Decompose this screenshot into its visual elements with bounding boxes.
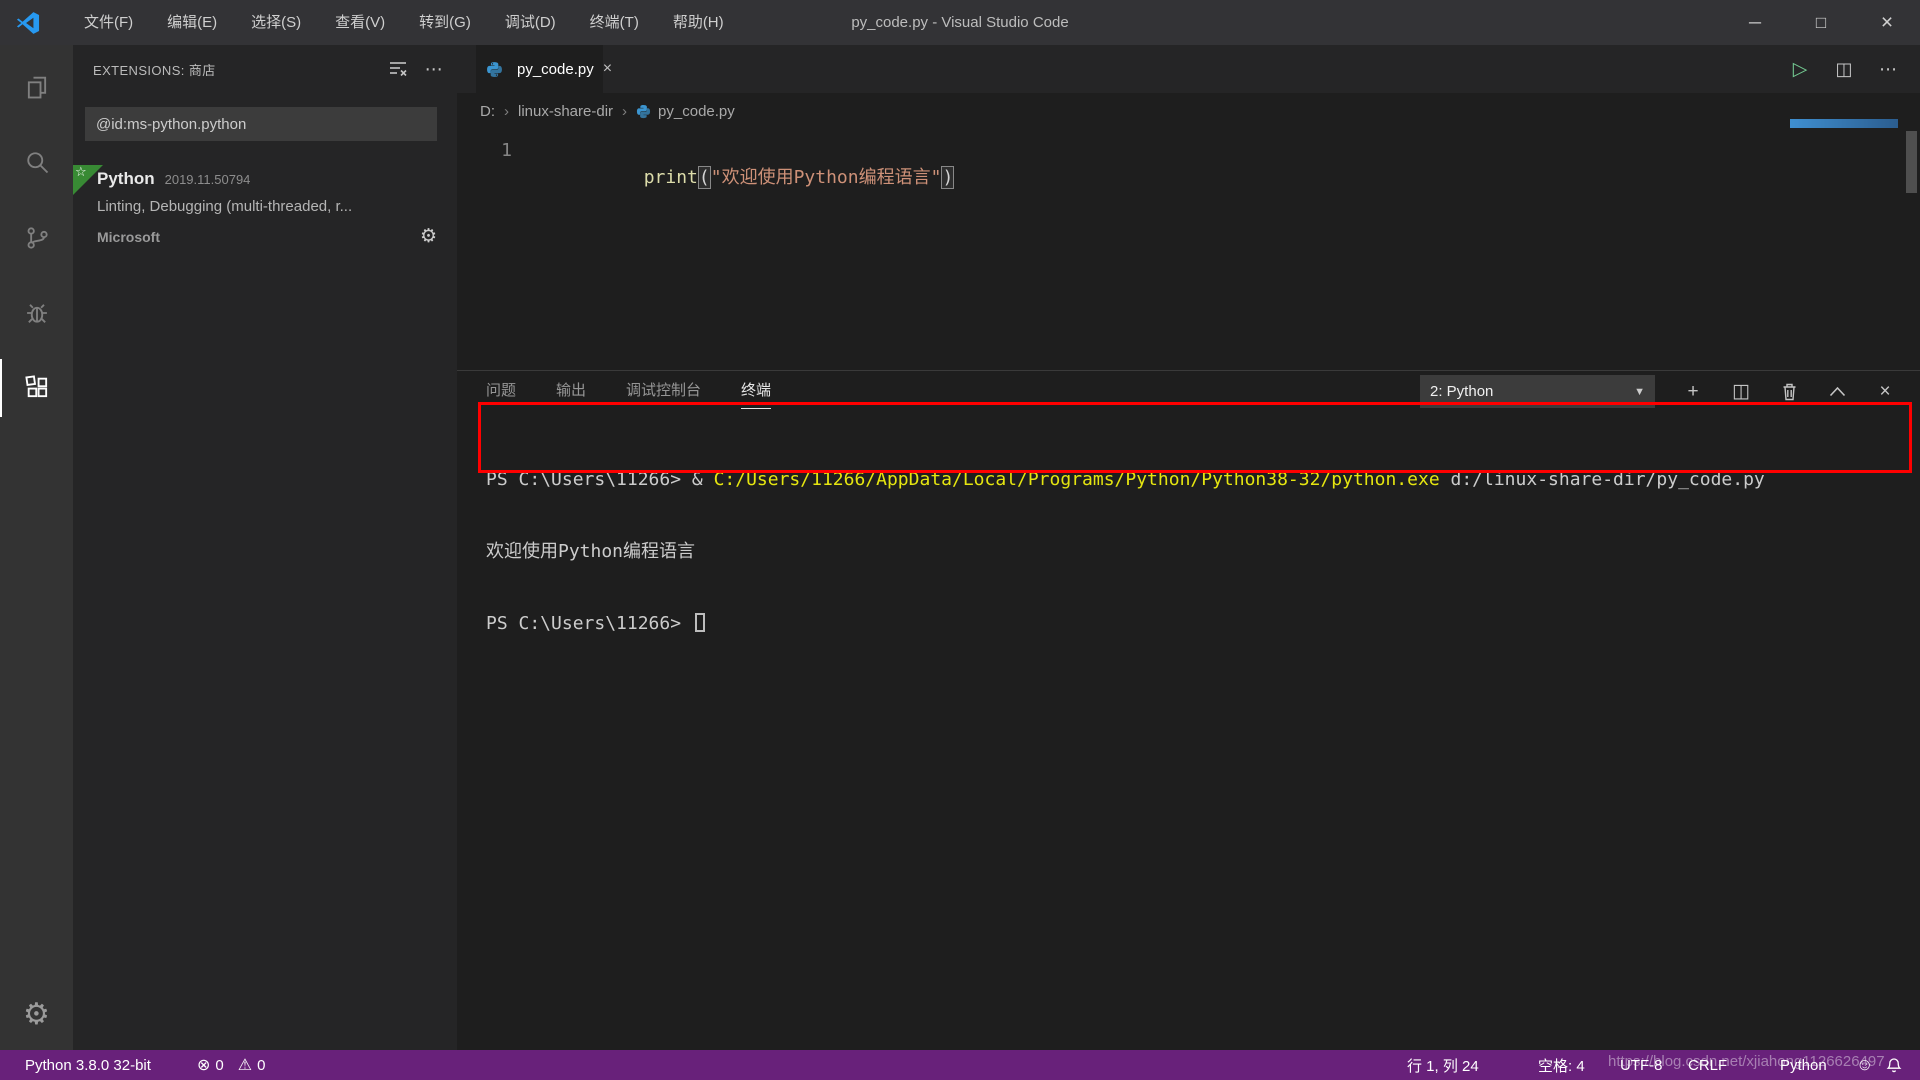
maximize-panel-chevron-icon[interactable] xyxy=(1813,386,1861,397)
minimize-icon[interactable]: ─ xyxy=(1722,0,1788,45)
terminal-command-args: d:/linux-share-dir/py_code.py xyxy=(1440,469,1765,490)
terminal-selector-dropdown[interactable]: 2: Python ▼ xyxy=(1420,375,1655,408)
python-file-icon xyxy=(636,104,651,119)
editor-actions: ▷ ◫ ⋯ xyxy=(1778,45,1910,93)
clear-filter-icon[interactable] xyxy=(389,60,407,79)
source-control-icon[interactable] xyxy=(0,209,73,267)
menu-debug[interactable]: 调试(D) xyxy=(488,0,573,45)
warning-count: 0 xyxy=(257,1057,265,1074)
explorer-icon[interactable] xyxy=(0,58,73,116)
error-icon: ⊗ xyxy=(197,1055,210,1075)
kill-terminal-trash-icon[interactable] xyxy=(1765,382,1813,401)
terminal-selector-value: 2: Python xyxy=(1430,383,1634,400)
python-file-icon xyxy=(486,61,503,78)
extension-name: Python xyxy=(97,169,155,189)
status-cursor-position[interactable]: 行 1, 列 24 xyxy=(1407,1050,1479,1080)
code-open-paren: ( xyxy=(698,166,711,189)
code-close-paren: ) xyxy=(941,166,954,189)
breadcrumb-drive[interactable]: D: xyxy=(480,103,495,120)
tab-close-icon[interactable]: × xyxy=(603,60,612,78)
code-string: "欢迎使用Python编程语言" xyxy=(711,167,942,188)
tab-problems[interactable]: 问题 xyxy=(486,379,516,409)
extension-publisher: Microsoft xyxy=(97,229,420,245)
sidebar-title: EXTENSIONS: 商店 xyxy=(93,60,216,79)
sidebar-header: EXTENSIONS: 商店 ⋯ xyxy=(93,59,443,80)
menu-selection[interactable]: 选择(S) xyxy=(234,0,318,45)
star-icon: ☆ xyxy=(75,164,87,180)
search-icon[interactable] xyxy=(0,133,73,191)
title-bar: 文件(F) 编辑(E) 选择(S) 查看(V) 转到(G) 调试(D) 终端(T… xyxy=(0,0,1920,45)
terminal-program-output: 欢迎使用Python编程语言 xyxy=(486,540,1910,564)
breadcrumb-file[interactable]: py_code.py xyxy=(658,103,735,120)
vscode-logo-icon xyxy=(15,10,41,36)
breadcrumb-folder[interactable]: linux-share-dir xyxy=(518,103,613,120)
extension-version: 2019.11.50794 xyxy=(165,172,251,187)
chevron-right-icon: › xyxy=(504,103,509,120)
terminal-cursor xyxy=(695,613,705,632)
status-problems[interactable]: ⊗ 0 ⚠ 0 xyxy=(197,1050,279,1080)
extension-description: Linting, Debugging (multi-threaded, r... xyxy=(97,198,437,215)
code-token-print: print xyxy=(644,167,698,188)
settings-gear-icon[interactable]: ⚙ xyxy=(0,985,73,1043)
breadcrumb: D: › linux-share-dir › py_code.py xyxy=(457,93,1920,130)
tab-label: py_code.py xyxy=(517,61,594,78)
split-editor-icon[interactable]: ◫ xyxy=(1822,59,1866,80)
close-panel-icon[interactable]: × xyxy=(1861,381,1909,403)
maximize-icon[interactable]: □ xyxy=(1788,0,1854,45)
chevron-down-icon: ▼ xyxy=(1634,386,1645,398)
more-actions-icon[interactable]: ⋯ xyxy=(425,59,443,80)
extensions-icon[interactable] xyxy=(0,359,73,417)
menu-view[interactable]: 查看(V) xyxy=(318,0,402,45)
extension-manage-gear-icon[interactable]: ⚙ xyxy=(420,225,437,248)
editor-surface[interactable]: 1 print("欢迎使用Python编程语言") xyxy=(457,130,1920,370)
vscode-window: 文件(F) 编辑(E) 选择(S) 查看(V) 转到(G) 调试(D) 终端(T… xyxy=(0,0,1920,1080)
extensions-sidebar: EXTENSIONS: 商店 ⋯ ☆ Python 2019.11.50794 … xyxy=(73,45,457,1050)
panel-actions: + ◫ × xyxy=(1669,375,1909,408)
window-title: py_code.py - Visual Studio Code xyxy=(851,14,1068,31)
menu-edit[interactable]: 编辑(E) xyxy=(150,0,234,45)
tab-py-code[interactable]: py_code.py × xyxy=(476,45,603,93)
panel-tab-bar: 问题 输出 调试控制台 终端 xyxy=(486,379,811,409)
new-terminal-icon[interactable]: + xyxy=(1669,381,1717,403)
menu-go[interactable]: 转到(G) xyxy=(402,0,488,45)
status-python-interpreter[interactable]: Python 3.8.0 32-bit xyxy=(25,1050,151,1080)
extension-search-input[interactable] xyxy=(85,107,437,141)
editor-scrollbar[interactable] xyxy=(1906,131,1917,193)
line-number: 1 xyxy=(457,137,512,164)
menu-file[interactable]: 文件(F) xyxy=(67,0,150,45)
terminal-output[interactable]: PS C:\Users\11266> & C:/Users/11266/AppD… xyxy=(486,420,1910,1050)
csdn-watermark: https://blog.csdn.net/xjiahong1126626497 xyxy=(1608,1053,1920,1070)
bottom-panel: 问题 输出 调试控制台 终端 2: Python ▼ + ◫ × PS C:\U… xyxy=(457,370,1920,1050)
error-count: 0 xyxy=(215,1057,223,1074)
menu-bar: 文件(F) 编辑(E) 选择(S) 查看(V) 转到(G) 调试(D) 终端(T… xyxy=(67,0,741,45)
editor-more-actions-icon[interactable]: ⋯ xyxy=(1866,59,1910,80)
chevron-right-icon: › xyxy=(622,103,627,120)
minimap-strip xyxy=(1790,119,1898,128)
window-controls: ─ □ × xyxy=(1722,0,1920,45)
terminal-prompt-line: PS C:\Users\11266> xyxy=(486,612,1910,636)
menu-help[interactable]: 帮助(H) xyxy=(656,0,741,45)
editor-tab-bar: py_code.py × ▷ ◫ ⋯ xyxy=(457,45,1920,93)
debug-icon[interactable] xyxy=(0,284,73,342)
code-line-1: 1 print("欢迎使用Python编程语言") xyxy=(457,137,1920,164)
run-python-file-icon[interactable]: ▷ xyxy=(1778,58,1822,81)
terminal-command-line: PS C:\Users\11266> & C:/Users/11266/AppD… xyxy=(486,468,1910,492)
terminal-command-path: C:/Users/11266/AppData/Local/Programs/Py… xyxy=(714,469,1440,490)
tab-terminal[interactable]: 终端 xyxy=(741,379,771,409)
tab-output[interactable]: 输出 xyxy=(556,379,586,409)
warning-icon: ⚠ xyxy=(238,1055,252,1075)
menu-terminal[interactable]: 终端(T) xyxy=(573,0,656,45)
close-window-icon[interactable]: × xyxy=(1854,0,1920,45)
activity-bar: ⚙ xyxy=(0,45,73,1050)
extension-list-item-python[interactable]: ☆ Python 2019.11.50794 Linting, Debuggin… xyxy=(73,157,457,257)
split-terminal-icon[interactable]: ◫ xyxy=(1717,380,1765,403)
status-indentation[interactable]: 空格: 4 xyxy=(1538,1050,1585,1080)
tab-debug-console[interactable]: 调试控制台 xyxy=(626,379,701,409)
